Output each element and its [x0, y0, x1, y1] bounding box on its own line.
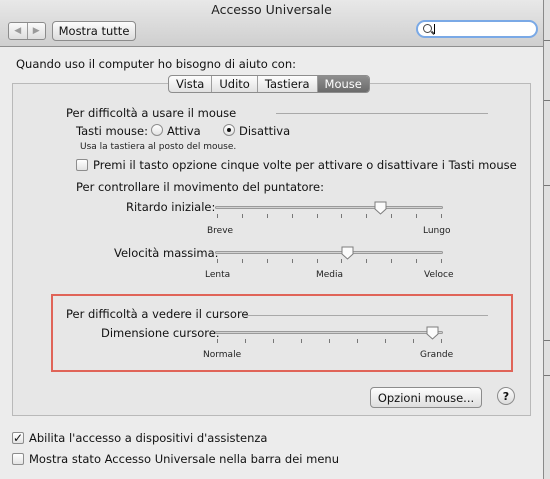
text-caret — [434, 24, 435, 34]
initial-delay-min-label: Breve — [207, 226, 234, 236]
menubar-status-checkbox[interactable] — [12, 453, 24, 465]
title-bar: Accesso Universale ◀ ▶ Mostra tutte — [0, 0, 543, 47]
slider-thumb[interactable] — [374, 201, 387, 215]
radio-attiva-label[interactable]: Attiva — [167, 124, 201, 138]
radio-disattiva-label[interactable]: Disattiva — [239, 124, 290, 138]
slider-tick — [317, 214, 318, 218]
slider-tick — [217, 259, 218, 263]
slider-tick — [341, 214, 342, 218]
tab-bar: Vista Udito Tastiera Mouse — [168, 75, 370, 93]
show-all-button[interactable]: Mostra tutte — [52, 21, 136, 41]
assistive-devices-checkbox[interactable]: ✓ — [12, 432, 24, 444]
slider-tick — [413, 339, 414, 343]
edge-mark — [544, 185, 550, 186]
slider-tick — [267, 214, 268, 218]
edge-mark — [544, 100, 550, 101]
pointer-movement-title: Per controllare il movimento del puntato… — [76, 180, 324, 194]
slider-tick — [416, 259, 417, 263]
checkmark-icon: ✓ — [13, 431, 24, 445]
cursor-section-divider — [243, 315, 488, 316]
cursor-section-title: Per difficoltà a vedere il cursore — [66, 307, 249, 321]
slider-tick — [217, 339, 218, 343]
help-button[interactable]: ? — [497, 387, 515, 405]
tab-tastiera[interactable]: Tastiera — [256, 76, 317, 92]
radio-disattiva[interactable] — [223, 124, 235, 136]
tab-mouse[interactable]: Mouse — [316, 76, 369, 92]
slider-tick — [441, 214, 442, 218]
slider-tick — [416, 214, 417, 218]
slider-track[interactable] — [215, 331, 443, 334]
slider-tick — [441, 339, 442, 343]
window-title: Accesso Universale — [211, 2, 332, 17]
slider-tick — [391, 259, 392, 263]
search-input[interactable] — [416, 20, 538, 38]
slider-tick — [245, 339, 246, 343]
slider-tick — [366, 214, 367, 218]
edge-mark — [544, 40, 550, 41]
cursor-size-max-label: Grande — [420, 350, 454, 360]
slider-tick — [317, 259, 318, 263]
magnifier-icon — [423, 24, 432, 33]
mouse-section-title: Per difficoltà a usare il mouse — [66, 106, 237, 120]
mouse-options-button[interactable]: Opzioni mouse... — [370, 387, 482, 408]
slider-tick — [366, 259, 367, 263]
slider-tick — [292, 214, 293, 218]
tab-udito[interactable]: Udito — [211, 76, 256, 92]
initial-delay-label: Ritardo iniziale: — [126, 200, 216, 214]
edge-mark — [544, 340, 550, 341]
tab-vista[interactable]: Vista — [169, 76, 211, 92]
max-speed-mid-label: Media — [316, 270, 344, 280]
cursor-size-label: Dimensione cursore: — [101, 326, 220, 340]
slider-tick — [357, 339, 358, 343]
option-key-checkbox-label[interactable]: Premi il tasto opzione cinque volte per … — [93, 158, 517, 172]
slider-tick — [273, 339, 274, 343]
slider-tick — [292, 259, 293, 263]
slider-tick — [242, 259, 243, 263]
forward-arrow-icon[interactable]: ▶ — [26, 23, 46, 39]
slider-tick — [385, 339, 386, 343]
back-arrow-icon[interactable]: ◀ — [9, 23, 27, 39]
cursor-size-min-label: Normale — [203, 350, 242, 360]
background-window-edge — [544, 0, 550, 479]
preferences-window: Accesso Universale ◀ ▶ Mostra tutte Quan… — [0, 0, 544, 479]
slider-tick — [267, 259, 268, 263]
slider-track[interactable] — [215, 251, 443, 254]
max-speed-label: Velocità massima: — [114, 246, 219, 260]
nav-segment: ◀ ▶ — [8, 22, 46, 40]
prompt-label: Quando uso il computer ho bisogno di aiu… — [16, 57, 296, 71]
slider-tick — [301, 339, 302, 343]
radio-attiva[interactable] — [151, 124, 163, 136]
mouse-keys-label: Tasti mouse: — [76, 124, 148, 138]
slider-tick — [217, 214, 218, 218]
slider-thumb[interactable] — [426, 326, 439, 340]
slider-tick — [242, 214, 243, 218]
edge-mark — [544, 375, 550, 376]
max-speed-max-label: Veloce — [424, 270, 454, 280]
slider-tick — [391, 214, 392, 218]
mouse-keys-hint: Usa la tastiera al posto del mouse. — [80, 142, 237, 152]
max-speed-min-label: Lenta — [205, 270, 231, 280]
mouse-section-divider — [276, 113, 488, 114]
assistive-devices-label[interactable]: Abilita l'accesso a dispositivi d'assist… — [29, 431, 267, 445]
slider-tick — [441, 259, 442, 263]
slider-track[interactable] — [215, 206, 443, 209]
initial-delay-max-label: Lungo — [423, 226, 451, 236]
menubar-status-label[interactable]: Mostra stato Accesso Universale nella ba… — [29, 452, 339, 466]
slider-tick — [329, 339, 330, 343]
option-key-checkbox[interactable] — [76, 159, 88, 171]
slider-thumb[interactable] — [341, 246, 354, 260]
